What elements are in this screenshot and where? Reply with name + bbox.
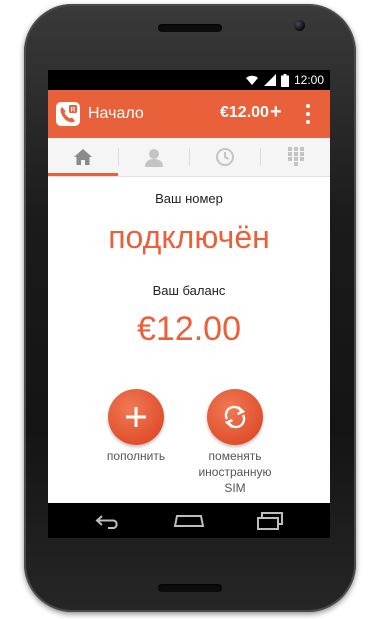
bottom-speaker: [158, 584, 222, 592]
balance-label: Ваш баланс: [152, 283, 226, 298]
header-balance[interactable]: €12.00: [220, 103, 269, 123]
plus-icon: [126, 407, 146, 427]
swap-sim-label-line3: SIM: [224, 481, 246, 495]
balance-value: €12.00: [137, 310, 241, 348]
back-icon[interactable]: [88, 509, 128, 533]
android-nav-bar: [48, 503, 330, 538]
swap-sim-label-line2: иностранную: [198, 465, 272, 479]
app-title: Начало: [88, 105, 144, 122]
phone-screen: 12:00 R Начало €12.00 + Ваш номер подклю…: [48, 70, 330, 538]
app-bar: R Начало €12.00 +: [48, 90, 330, 138]
signal-icon: [263, 74, 276, 86]
dialpad-icon: [288, 147, 304, 166]
topup-button[interactable]: [108, 389, 164, 445]
front-camera: [294, 20, 305, 31]
overflow-menu-icon[interactable]: [304, 102, 312, 126]
battery-icon: [280, 73, 289, 87]
status-bar: 12:00: [48, 70, 330, 90]
person-icon: [145, 149, 163, 167]
tab-active-indicator: [48, 173, 118, 176]
tab-contacts[interactable]: [119, 138, 189, 176]
swap-sim-label-line1: поменять: [208, 449, 262, 463]
home-content: Ваш номер подключён Ваш баланс €12.00 по…: [48, 177, 330, 503]
svg-text:R: R: [71, 107, 76, 114]
status-time: 12:00: [293, 73, 324, 87]
home-nav-icon[interactable]: [169, 509, 209, 533]
tab-history[interactable]: [190, 138, 260, 176]
swap-sim-label: поменять иностранную SIM: [175, 448, 295, 496]
swap-sim-button[interactable]: [207, 389, 263, 445]
wifi-icon: [245, 75, 258, 85]
phone-r-logo-icon[interactable]: R: [56, 102, 80, 126]
earpiece-speaker: [158, 24, 222, 32]
recent-apps-icon[interactable]: [250, 509, 290, 533]
tab-dialpad[interactable]: [261, 138, 330, 176]
number-status: подключён: [108, 219, 270, 255]
tab-bar: [48, 138, 330, 177]
number-label: Ваш номер: [155, 191, 223, 206]
home-icon: [74, 149, 92, 165]
clock-icon: [216, 148, 234, 166]
swap-arrows-icon: [224, 405, 246, 429]
add-balance-button[interactable]: +: [270, 101, 282, 123]
tab-home[interactable]: [48, 138, 118, 176]
